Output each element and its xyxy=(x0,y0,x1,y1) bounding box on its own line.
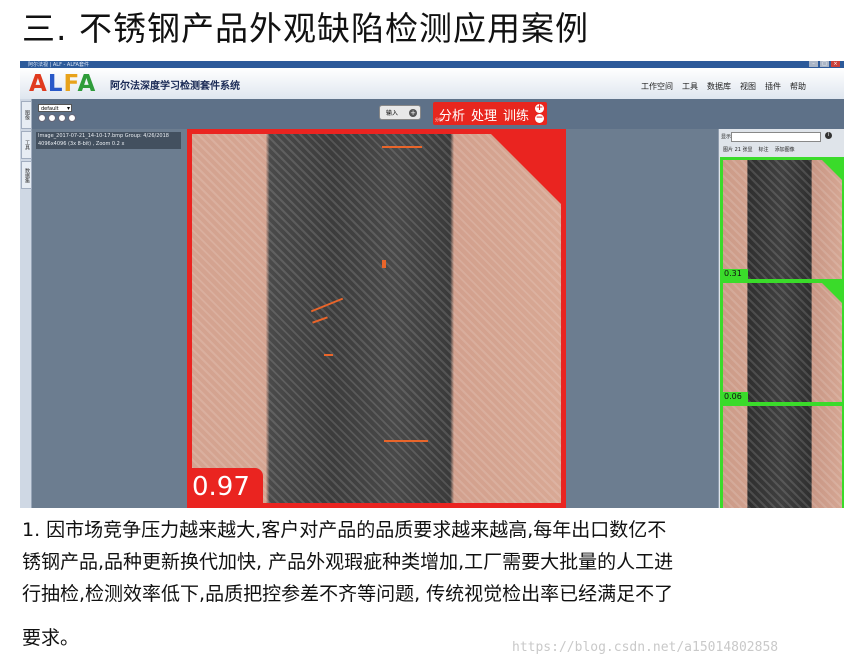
add-tool-icon[interactable]: + xyxy=(535,104,544,113)
section-heading: 三. 不锈钢产品外观缺陷检测应用案例 xyxy=(22,9,589,48)
image-info: Image_2017-07-21_14-10-17.bmp Group: 4/2… xyxy=(36,132,181,149)
thumbnail-score: 0.06 xyxy=(723,392,748,402)
defect-mark xyxy=(324,354,333,356)
zoom-out-icon[interactable] xyxy=(48,114,56,122)
thumbnail[interactable]: 0.06 xyxy=(720,280,844,405)
app-title: 阿尔法深度学习检测套件系统 xyxy=(110,81,240,92)
fit-icon[interactable] xyxy=(58,114,66,122)
main-menu: 工作空间 工具 数据库 视图 插件 帮助 xyxy=(641,81,806,92)
close-button[interactable]: × xyxy=(831,61,840,67)
toolbar: default 输入 + 分析 分析 处理 训练 + − xyxy=(32,99,844,129)
logo-letter-f: F xyxy=(63,71,78,97)
reset-icon[interactable] xyxy=(68,114,76,122)
zoom-in-icon[interactable] xyxy=(38,114,46,122)
image-info-file: Image_2017-07-21_14-10-17.bmp Group: 4/2… xyxy=(38,133,169,139)
paragraph-line: 1. 因市场竞争压力越来越大,客户对产品的品质要求越来越高,每年出口数亿不 xyxy=(22,519,667,541)
alfa-logo: ALFA xyxy=(29,71,96,97)
logo-letter-a: A xyxy=(29,71,48,97)
thumbnail-panel: 显示 i 图片 21 张显 标注 添加图像 0.31 0.06 xyxy=(718,129,844,508)
filter-label: 显示 xyxy=(721,134,732,140)
panel-tabs: 图片 21 张显 标注 添加图像 xyxy=(723,146,795,153)
window-title: 阿尔法视 | ALF - ALFA套件 xyxy=(28,62,89,68)
body-paragraph: 1. 因市场竞争压力越来越大,客户对产品的品质要求越来越高,每年出口数亿不 锈钢… xyxy=(22,514,852,654)
paragraph-line: 行抽检,检测效率低下,品质把控参差不齐等问题, 传统视觉检出率已经满足不了 xyxy=(22,583,674,605)
left-tab-dataset[interactable]: 数据集 xyxy=(21,161,32,189)
hatch-overlay xyxy=(723,406,842,508)
window-titlebar: 阿尔法视 | ALF - ALFA套件 – □ × xyxy=(20,61,844,68)
left-tab-strip: 图像 工具 数据集 xyxy=(20,99,32,508)
menu-tools[interactable]: 工具 xyxy=(682,81,698,92)
inspected-image-frame: 0.97 xyxy=(187,129,566,508)
maximize-button[interactable]: □ xyxy=(820,61,829,67)
train-button[interactable]: 训练 xyxy=(503,105,529,124)
defect-mark xyxy=(382,146,422,148)
thumbnail-score: 0.31 xyxy=(723,269,748,279)
menu-database[interactable]: 数据库 xyxy=(707,81,731,92)
preset-select[interactable]: default xyxy=(38,104,72,113)
thumbnail[interactable]: 0.31 xyxy=(720,157,844,282)
app-header: ALFA 阿尔法深度学习检测套件系统 工作空间 工具 数据库 视图 插件 帮助 xyxy=(20,68,844,100)
info-icon[interactable]: i xyxy=(825,132,832,139)
input-button[interactable]: 输入 + xyxy=(379,105,421,120)
menu-workspace[interactable]: 工作空间 xyxy=(641,81,673,92)
left-tab-tools[interactable]: 工具 xyxy=(21,131,32,159)
status-corner xyxy=(822,283,842,303)
view-tools xyxy=(38,114,76,122)
logo-letter-a2: A xyxy=(77,71,97,97)
panel-filter: 显示 i xyxy=(719,132,844,142)
add-icon: + xyxy=(409,109,417,117)
process-button[interactable]: 处理 xyxy=(471,105,497,124)
menu-help[interactable]: 帮助 xyxy=(790,81,806,92)
defect-mark xyxy=(382,260,386,268)
window-controls: – □ × xyxy=(809,61,840,67)
status-corner xyxy=(491,134,561,204)
filter-select[interactable] xyxy=(731,132,821,142)
tab-add-image[interactable]: 添加图像 xyxy=(775,146,795,153)
remove-tool-icon[interactable]: − xyxy=(535,114,544,123)
tab-images[interactable]: 图片 21 张显 xyxy=(723,146,753,153)
score-value: 0.97 xyxy=(192,472,250,502)
left-tab-image[interactable]: 图像 xyxy=(21,101,32,129)
tab-labels[interactable]: 标注 xyxy=(759,146,769,153)
logo-letter-l: L xyxy=(47,71,64,97)
defect-mark xyxy=(384,440,428,442)
status-corner xyxy=(822,160,842,180)
steel-surface-image xyxy=(192,134,561,503)
input-button-label: 输入 xyxy=(386,110,399,117)
paragraph-line: 锈钢产品,品种更新换代加快, 产品外观瑕疵种类增加,工厂需要大批量的人工进 xyxy=(22,551,674,573)
score-badge: 0.97 xyxy=(187,468,263,508)
app-screenshot: 阿尔法视 | ALF - ALFA套件 – □ × ALFA 阿尔法深度学习检测… xyxy=(20,61,844,508)
tool-chain: 分析 分析 处理 训练 + − xyxy=(433,102,547,125)
menu-plugins[interactable]: 插件 xyxy=(765,81,781,92)
thumbnail[interactable] xyxy=(720,403,844,508)
image-viewer[interactable]: Image_2017-07-21_14-10-17.bmp Group: 4/2… xyxy=(32,129,718,508)
analyze-sub-label: 分析 xyxy=(435,117,443,122)
minimize-button[interactable]: – xyxy=(809,61,818,67)
image-info-size: 4096x4096 (3x 8-bit) , Zoom 0.2 x xyxy=(38,141,125,147)
menu-view[interactable]: 视图 xyxy=(740,81,756,92)
watermark-url: https://blog.csdn.net/a15014802858 xyxy=(512,640,779,655)
